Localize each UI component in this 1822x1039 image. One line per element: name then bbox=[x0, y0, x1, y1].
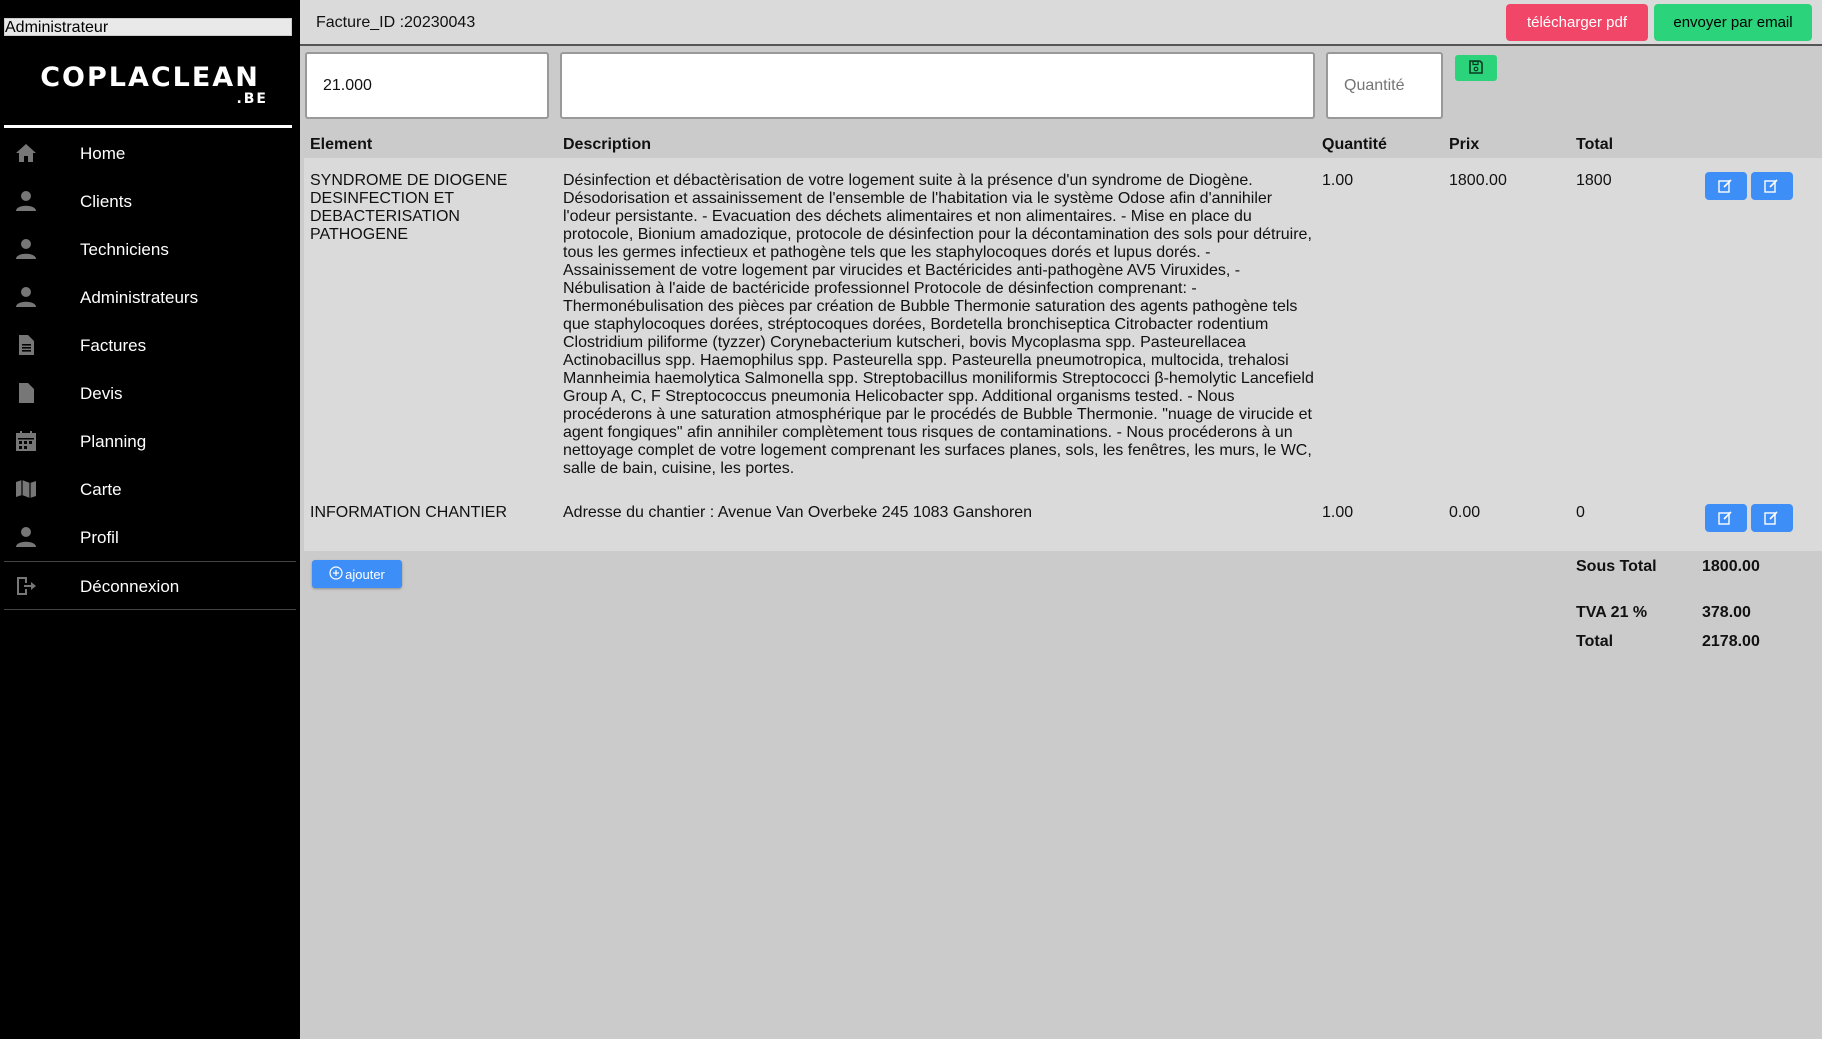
vat-label: TVA 21 % bbox=[1576, 604, 1648, 621]
send-email-button[interactable]: envoyer par email bbox=[1654, 4, 1812, 41]
sidebar-item-techniciens[interactable]: Techniciens bbox=[0, 225, 300, 273]
total-value: 2178.00 bbox=[1702, 633, 1760, 650]
download-pdf-button[interactable]: télécharger pdf bbox=[1506, 4, 1648, 41]
user-icon bbox=[14, 189, 38, 213]
subtotal-value: 1800.00 bbox=[1702, 558, 1760, 575]
cell-description: Désinfection et débactèrisation de votre… bbox=[563, 172, 1314, 477]
sidebar-nav: Home Clients Techniciens Administrateurs… bbox=[0, 129, 300, 610]
invoice-id: Facture_ID :20230043 bbox=[316, 14, 476, 31]
table-header: Element Description Quantité Prix Total bbox=[300, 130, 1822, 158]
add-line-label: ajouter bbox=[345, 566, 385, 582]
sidebar-item-label: Clients bbox=[80, 192, 132, 211]
cell-total: 1800 bbox=[1576, 172, 1612, 189]
user-icon bbox=[14, 525, 38, 549]
sidebar-item-clients[interactable]: Clients bbox=[0, 177, 300, 225]
sidebar-item-label: Déconnexion bbox=[80, 577, 180, 596]
divider bbox=[4, 125, 292, 128]
element-input[interactable] bbox=[305, 52, 549, 119]
document-icon bbox=[14, 333, 38, 357]
header-bar: Facture_ID :20230043 télécharger pdf env… bbox=[300, 0, 1822, 46]
total-label: Total bbox=[1576, 633, 1614, 650]
sidebar-item-label: Administrateurs bbox=[80, 288, 199, 307]
plus-circle-icon bbox=[329, 565, 343, 583]
cell-price: 0.00 bbox=[1449, 504, 1481, 521]
sidebar-item-label: Profil bbox=[80, 528, 119, 547]
cell-element: INFORMATION CHANTIER bbox=[310, 504, 508, 521]
sidebar-item-label: Techniciens bbox=[80, 240, 169, 259]
sidebar-item-label: Carte bbox=[80, 480, 122, 499]
edit-row-button[interactable] bbox=[1705, 172, 1747, 200]
cell-quantity: 1.00 bbox=[1322, 172, 1354, 189]
home-icon bbox=[14, 141, 38, 165]
sidebar-item-devis[interactable]: Devis bbox=[0, 369, 300, 417]
logout-icon bbox=[14, 574, 38, 598]
vat-value: 378.00 bbox=[1702, 604, 1751, 621]
cell-description: Adresse du chantier : Avenue Van Overbek… bbox=[563, 504, 1033, 521]
sidebar-item-carte[interactable]: Carte bbox=[0, 465, 300, 513]
edit-row-button[interactable] bbox=[1705, 504, 1747, 532]
table-row: SYNDROME DE DIOGENE DESINFECTION ET DEBA… bbox=[304, 172, 1822, 492]
quantity-input[interactable] bbox=[1326, 52, 1443, 119]
description-input[interactable] bbox=[560, 52, 1315, 119]
edit-row-button-secondary[interactable] bbox=[1751, 172, 1793, 200]
edit-row-button-secondary[interactable] bbox=[1751, 504, 1793, 532]
map-icon bbox=[14, 477, 38, 501]
column-header-total: Total bbox=[1576, 136, 1614, 153]
logo-sub-text: .BE bbox=[236, 91, 268, 107]
role-select[interactable]: Administrateur bbox=[4, 18, 292, 36]
logo: COPLACLEAN .BE bbox=[30, 62, 270, 107]
save-button[interactable] bbox=[1455, 55, 1497, 81]
calendar-icon bbox=[14, 429, 38, 453]
sidebar-item-label: Home bbox=[80, 144, 126, 163]
column-header-price: Prix bbox=[1449, 136, 1480, 153]
sidebar-item-label: Factures bbox=[80, 336, 147, 355]
sidebar-item-profil[interactable]: Profil bbox=[0, 513, 300, 561]
logo-main-text: COPLACLEAN bbox=[40, 62, 260, 93]
main-content: Facture_ID :20230043 télécharger pdf env… bbox=[300, 0, 1822, 1039]
sidebar-item-home[interactable]: Home bbox=[0, 129, 300, 177]
user-icon bbox=[14, 237, 38, 261]
table-row: INFORMATION CHANTIER Adresse du chantier… bbox=[304, 504, 1822, 544]
sidebar-item-label: Devis bbox=[80, 384, 123, 403]
subtotal-label: Sous Total bbox=[1576, 558, 1657, 575]
sidebar-item-logout[interactable]: Déconnexion bbox=[4, 561, 296, 610]
save-icon bbox=[1468, 59, 1484, 78]
sidebar-item-label: Planning bbox=[80, 432, 147, 451]
cell-element: SYNDROME DE DIOGENE DESINFECTION ET DEBA… bbox=[310, 172, 508, 243]
sidebar-item-factures[interactable]: Factures bbox=[0, 321, 300, 369]
line-item-form bbox=[300, 48, 1822, 124]
user-icon bbox=[14, 285, 38, 309]
cell-total: 0 bbox=[1576, 504, 1585, 521]
column-header-element: Element bbox=[310, 136, 373, 153]
column-header-description: Description bbox=[563, 136, 652, 153]
cell-quantity: 1.00 bbox=[1322, 504, 1354, 521]
sidebar-item-administrateurs[interactable]: Administrateurs bbox=[0, 273, 300, 321]
line-items-table: SYNDROME DE DIOGENE DESINFECTION ET DEBA… bbox=[304, 158, 1822, 551]
sidebar: Administrateur COPLACLEAN .BE Home Clien… bbox=[0, 0, 300, 1039]
column-header-quantity: Quantité bbox=[1322, 136, 1387, 153]
add-line-button[interactable]: ajouter bbox=[312, 560, 402, 588]
sidebar-item-planning[interactable]: Planning bbox=[0, 417, 300, 465]
cell-price: 1800.00 bbox=[1449, 172, 1507, 189]
file-icon bbox=[14, 381, 38, 405]
